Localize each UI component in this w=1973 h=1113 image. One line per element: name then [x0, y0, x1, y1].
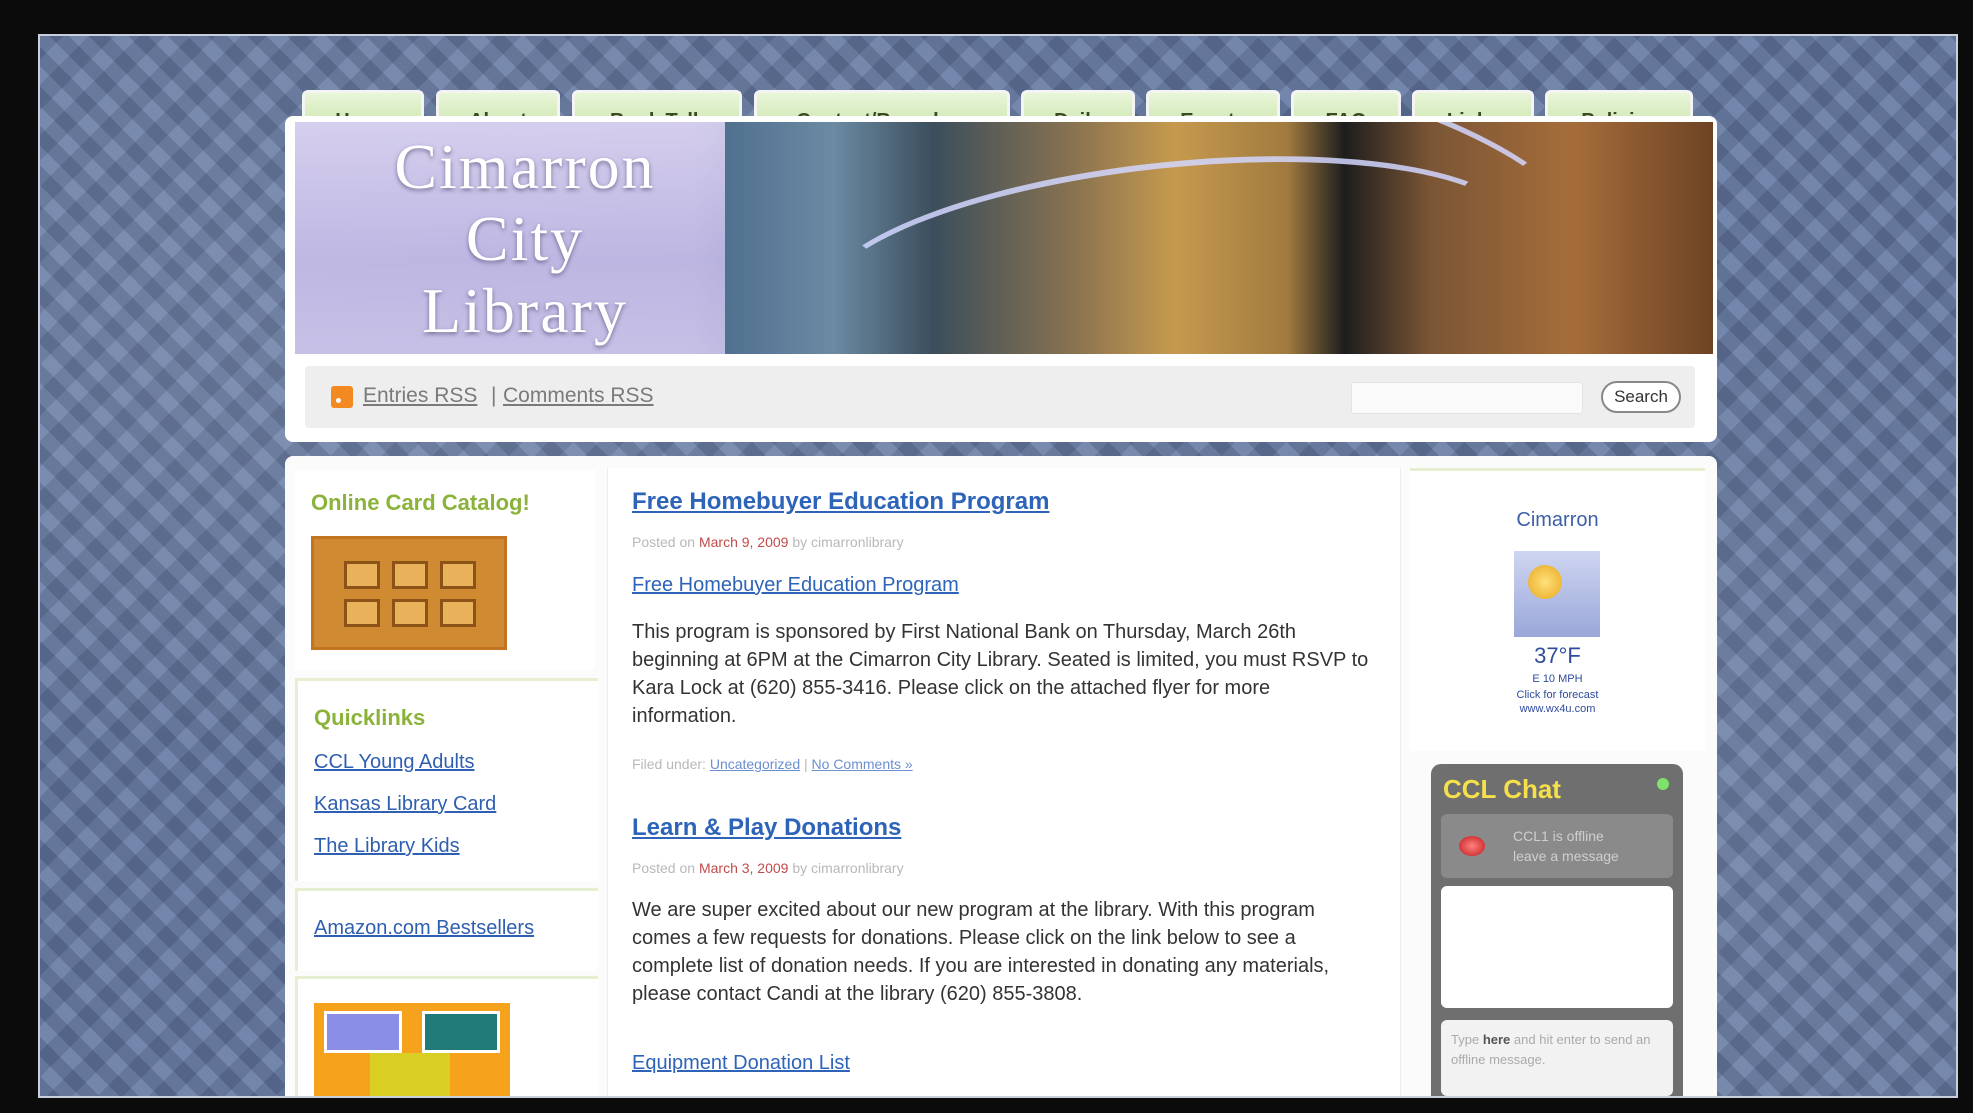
- banner-title-line-1: Cimarron: [394, 131, 656, 202]
- chat-status-panel: CCL1 is offline leave a message: [1441, 814, 1673, 878]
- banner-title-line-3: Library: [422, 275, 628, 346]
- category-link[interactable]: Uncategorized: [710, 756, 800, 772]
- post-date: March 3, 2009: [698, 860, 789, 876]
- offline-icon: [1459, 836, 1485, 856]
- library-banner: Cimarron City Library: [295, 122, 1713, 354]
- search-button[interactable]: Search: [1601, 381, 1681, 413]
- drawer-icon: [344, 561, 380, 589]
- weather-forecast-link[interactable]: Click for forecast: [1410, 689, 1705, 701]
- search-input[interactable]: [1351, 382, 1583, 414]
- promo-screen-icon: [422, 1011, 500, 1053]
- chat-input[interactable]: Type here and hit enter to send an offli…: [1441, 1020, 1673, 1096]
- weather-sky-icon: [1514, 551, 1600, 637]
- promo-image[interactable]: [314, 1003, 510, 1096]
- quicklinks-widget: Quicklinks CCL Young Adults Kansas Libra…: [295, 678, 598, 881]
- weather-site[interactable]: www.wx4u.com: [1410, 703, 1705, 715]
- donation-list-link[interactable]: Equipment Donation List: [632, 1052, 850, 1075]
- comments-link[interactable]: No Comments »: [812, 756, 913, 772]
- chat-input-hint: Type: [1451, 1032, 1480, 1047]
- chat-messages-area: [1441, 886, 1673, 1008]
- post-author: by cimarronlibrary: [792, 534, 904, 550]
- post-meta-prefix: Posted on: [632, 534, 696, 550]
- drawer-icon: [440, 599, 476, 627]
- filed-prefix: Filed under:: [632, 756, 706, 772]
- chat-status-line-1: CCL1 is offline: [1513, 828, 1604, 844]
- browser-viewport: Home About Book Talk Contact/Branches Da…: [38, 34, 1958, 1098]
- post-meta-prefix: Posted on: [632, 860, 696, 876]
- banner-title-line-2: City: [465, 203, 585, 274]
- chat-input-hint-bold: here: [1482, 1032, 1511, 1047]
- post-title[interactable]: Free Homebuyer Education Program: [632, 488, 1049, 516]
- sun-icon: [1528, 565, 1562, 599]
- filed-separator: |: [804, 756, 808, 772]
- chat-status-dot-icon: [1657, 778, 1669, 790]
- rss-separator: |: [491, 384, 497, 407]
- catalog-widget: Online Card Catalog!: [295, 470, 595, 670]
- amazon-widget: Amazon.com Bestsellers: [295, 888, 598, 971]
- weather-temp: 37°F: [1534, 643, 1581, 668]
- quicklink-young-adults[interactable]: CCL Young Adults: [314, 751, 475, 774]
- chat-input-hint-rest: and hit enter to send an offline message…: [1451, 1032, 1651, 1067]
- post-attachment-link[interactable]: Free Homebuyer Education Program: [632, 574, 959, 597]
- comments-rss-link[interactable]: Comments RSS: [503, 384, 654, 408]
- chat-widget: CCL Chat CCL1 is offline leave a message…: [1431, 764, 1683, 1096]
- catalog-heading: Online Card Catalog!: [311, 490, 530, 515]
- post-date: March 9, 2009: [698, 534, 789, 550]
- promo-screen-icon: [324, 1011, 402, 1053]
- weather-city: Cimarron: [1516, 509, 1599, 531]
- post-body: We are super excited about our new progr…: [632, 899, 1330, 1005]
- chat-title: CCL Chat: [1443, 774, 1561, 804]
- main-posts: Free Homebuyer Education Program Posted …: [607, 468, 1401, 1096]
- post-meta: Posted on March 3, 2009 by cimarronlibra…: [632, 860, 904, 876]
- drawer-icon: [392, 599, 428, 627]
- drawer-icon: [440, 561, 476, 589]
- weather-widget[interactable]: Cimarron 37°F E 10 MPH Click for forecas…: [1410, 468, 1705, 751]
- weather-wind: E 10 MPH: [1532, 673, 1583, 685]
- amazon-bestsellers-link[interactable]: Amazon.com Bestsellers: [314, 917, 534, 940]
- post-meta: Posted on March 9, 2009 by cimarronlibra…: [632, 534, 904, 550]
- content-card: Online Card Catalog! Quicklinks CCL Youn…: [285, 456, 1717, 1096]
- rss-icon: [331, 386, 353, 408]
- entries-rss-link[interactable]: Entries RSS: [363, 384, 477, 408]
- quicklink-library-kids[interactable]: The Library Kids: [314, 835, 460, 858]
- drawer-icon: [392, 561, 428, 589]
- chat-status-line-2: leave a message: [1513, 848, 1619, 864]
- promo-widget: [295, 976, 598, 1096]
- post-body: This program is sponsored by First Natio…: [632, 621, 1369, 727]
- quicklinks-heading: Quicklinks: [314, 705, 426, 730]
- promo-screen-icon: [370, 1053, 450, 1096]
- card-catalog-image[interactable]: [311, 536, 507, 650]
- post-title[interactable]: Learn & Play Donations: [632, 814, 901, 842]
- post-filed-under: Filed under: Uncategorized | No Comments…: [632, 756, 913, 772]
- header-card: Cimarron City Library Entries RSS | Comm…: [285, 116, 1717, 442]
- drawer-icon: [344, 599, 380, 627]
- post-author: by cimarronlibrary: [792, 860, 904, 876]
- quicklink-kansas-library-card[interactable]: Kansas Library Card: [314, 793, 496, 816]
- rss-toolbar: Entries RSS | Comments RSS Search: [305, 366, 1695, 428]
